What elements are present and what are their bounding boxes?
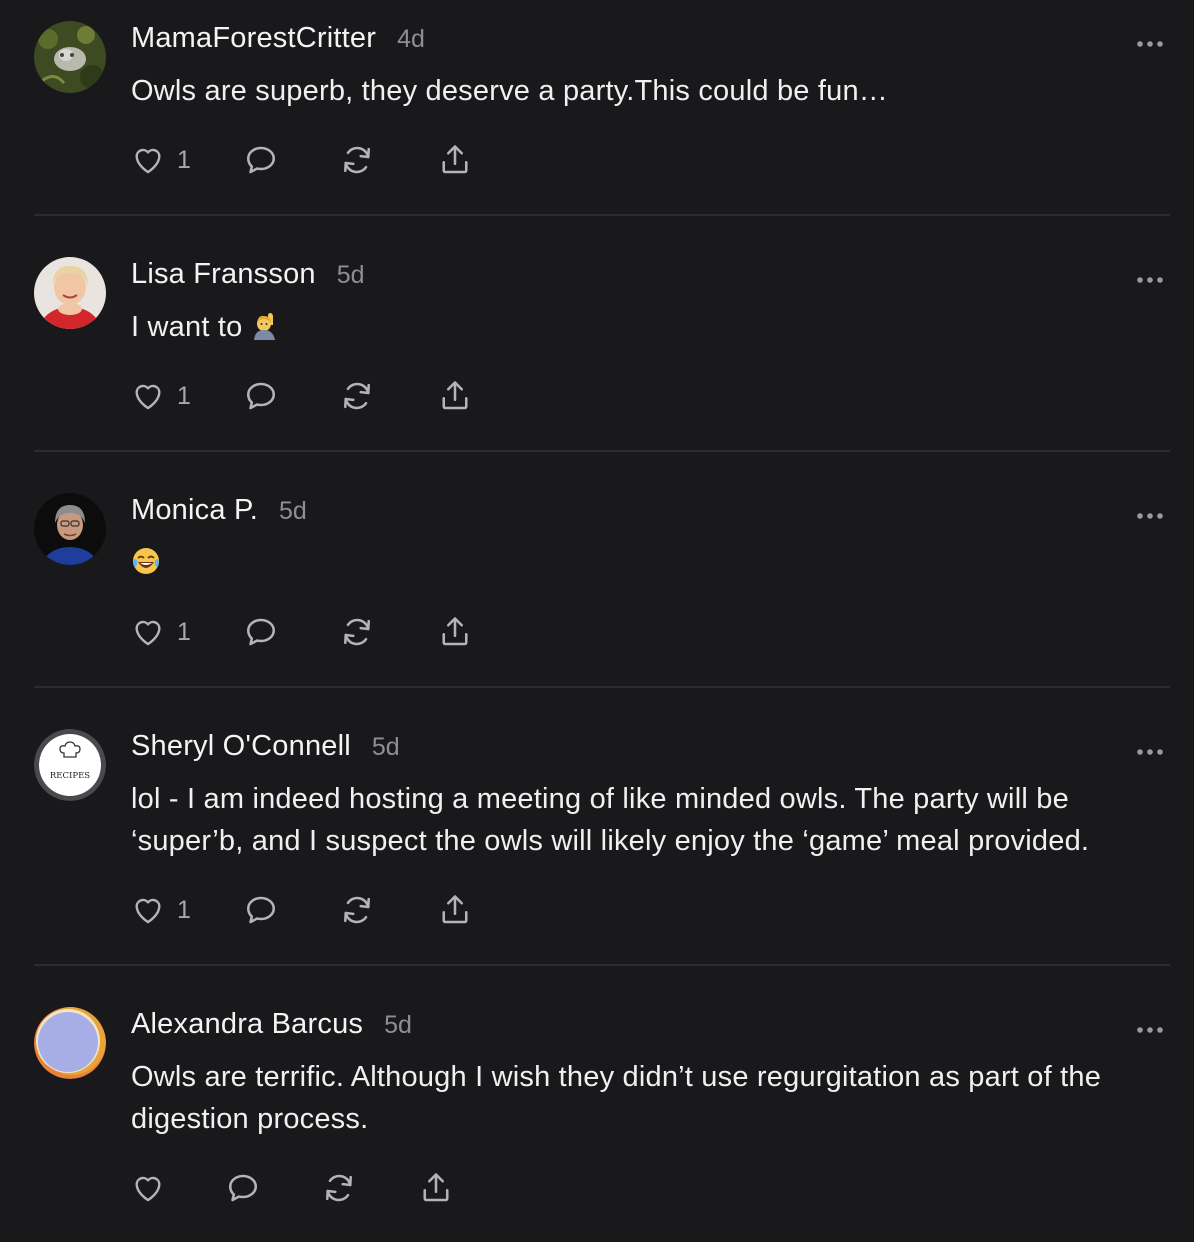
share-button[interactable] — [418, 1168, 454, 1208]
tears-of-joy-emoji-icon — [131, 546, 161, 588]
author-avatar[interactable] — [34, 493, 106, 565]
share-button[interactable] — [437, 890, 473, 930]
reply-button[interactable] — [243, 140, 279, 180]
share-button[interactable] — [437, 140, 473, 180]
comment-text-content: Owls are terrific. Although I wish they … — [131, 1061, 1102, 1135]
refresh-icon — [321, 1170, 357, 1206]
reply-button[interactable] — [243, 890, 279, 930]
heart-icon — [131, 615, 165, 649]
abstract-circle-avatar — [34, 1007, 106, 1079]
comment-text-content: lol - I am indeed hosting a meeting of l… — [131, 783, 1090, 857]
author-name[interactable]: Sheryl O'Connell — [131, 730, 351, 763]
share-icon — [418, 1170, 454, 1206]
share-icon — [437, 892, 473, 928]
refresh-icon — [339, 892, 375, 928]
author-name[interactable]: Lisa Fransson — [131, 258, 316, 291]
restack-button[interactable] — [339, 612, 375, 652]
comment-age[interactable]: 5d — [384, 1011, 412, 1040]
owl-figurine-avatar — [34, 21, 106, 93]
restack-button[interactable] — [321, 1168, 357, 1208]
comment-text: Owls are superb, they deserve a party.Th… — [131, 70, 1181, 112]
reply-button[interactable] — [243, 612, 279, 652]
like-button[interactable] — [131, 1168, 177, 1208]
heart-icon — [131, 143, 165, 177]
heart-icon — [131, 893, 165, 927]
like-button[interactable]: 1 — [131, 140, 191, 180]
recipes-logo-avatar: RECIPES — [34, 729, 106, 801]
more-options-icon[interactable] — [1136, 272, 1164, 283]
comment-age[interactable]: 5d — [337, 261, 365, 290]
woman-red-top-avatar — [34, 257, 106, 329]
comment-divider — [34, 686, 1170, 688]
like-count: 1 — [177, 617, 191, 646]
refresh-icon — [339, 142, 375, 178]
author-avatar[interactable] — [34, 257, 106, 329]
comment-text: Owls are terrific. Although I wish they … — [131, 1056, 1181, 1140]
share-button[interactable] — [437, 376, 473, 416]
share-icon — [437, 378, 473, 414]
speech-bubble-icon — [243, 378, 279, 414]
comment-age[interactable]: 5d — [372, 733, 400, 762]
comment-text-content: Owls are superb, they deserve a party.Th… — [131, 75, 888, 107]
speech-bubble-icon — [225, 1170, 261, 1206]
comment-text: lol - I am indeed hosting a meeting of l… — [131, 778, 1181, 862]
comment-header: MamaForestCritter 4d — [131, 22, 425, 55]
share-icon — [437, 142, 473, 178]
like-count: 1 — [177, 381, 191, 410]
comment-age[interactable]: 5d — [279, 497, 307, 526]
like-count: 1 — [177, 145, 191, 174]
raising-hand-emoji-icon — [251, 310, 281, 352]
comment-text — [131, 542, 1181, 588]
comment-divider — [34, 214, 1170, 216]
like-button[interactable]: 1 — [131, 890, 191, 930]
more-options-icon[interactable] — [1136, 744, 1164, 755]
author-avatar[interactable] — [34, 1007, 106, 1079]
comment-header: Lisa Fransson 5d — [131, 258, 365, 291]
comment-header: Alexandra Barcus 5d — [131, 1008, 412, 1041]
speech-bubble-icon — [243, 142, 279, 178]
restack-button[interactable] — [339, 376, 375, 416]
author-name[interactable]: Alexandra Barcus — [131, 1008, 363, 1041]
comment-header: Sheryl O'Connell 5d — [131, 730, 400, 763]
more-options-icon[interactable] — [1136, 36, 1164, 47]
restack-button[interactable] — [339, 890, 375, 930]
like-button[interactable]: 1 — [131, 376, 191, 416]
comment-divider — [34, 450, 1170, 452]
comment-text: I want to — [131, 306, 1181, 352]
restack-button[interactable] — [339, 140, 375, 180]
comment-header: Monica P. 5d — [131, 494, 307, 527]
share-icon — [437, 614, 473, 650]
share-button[interactable] — [437, 612, 473, 652]
woman-portrait-avatar — [34, 493, 106, 565]
more-options-icon[interactable] — [1136, 508, 1164, 519]
author-name[interactable]: Monica P. — [131, 494, 258, 527]
refresh-icon — [339, 614, 375, 650]
avatar-logo-text: RECIPES — [50, 771, 90, 781]
like-button[interactable]: 1 — [131, 612, 191, 652]
like-count: 1 — [177, 895, 191, 924]
author-avatar[interactable] — [34, 21, 106, 93]
author-name[interactable]: MamaForestCritter — [131, 22, 376, 55]
comment-divider — [34, 964, 1170, 966]
speech-bubble-icon — [243, 892, 279, 928]
comment-text-content: I want to — [131, 311, 243, 343]
comment-age[interactable]: 4d — [397, 25, 425, 54]
refresh-icon — [339, 378, 375, 414]
heart-icon — [131, 379, 165, 413]
reply-button[interactable] — [243, 376, 279, 416]
more-options-icon[interactable] — [1136, 1022, 1164, 1033]
speech-bubble-icon — [243, 614, 279, 650]
author-avatar[interactable]: RECIPES — [34, 729, 106, 801]
heart-icon — [131, 1171, 165, 1205]
reply-button[interactable] — [225, 1168, 261, 1208]
